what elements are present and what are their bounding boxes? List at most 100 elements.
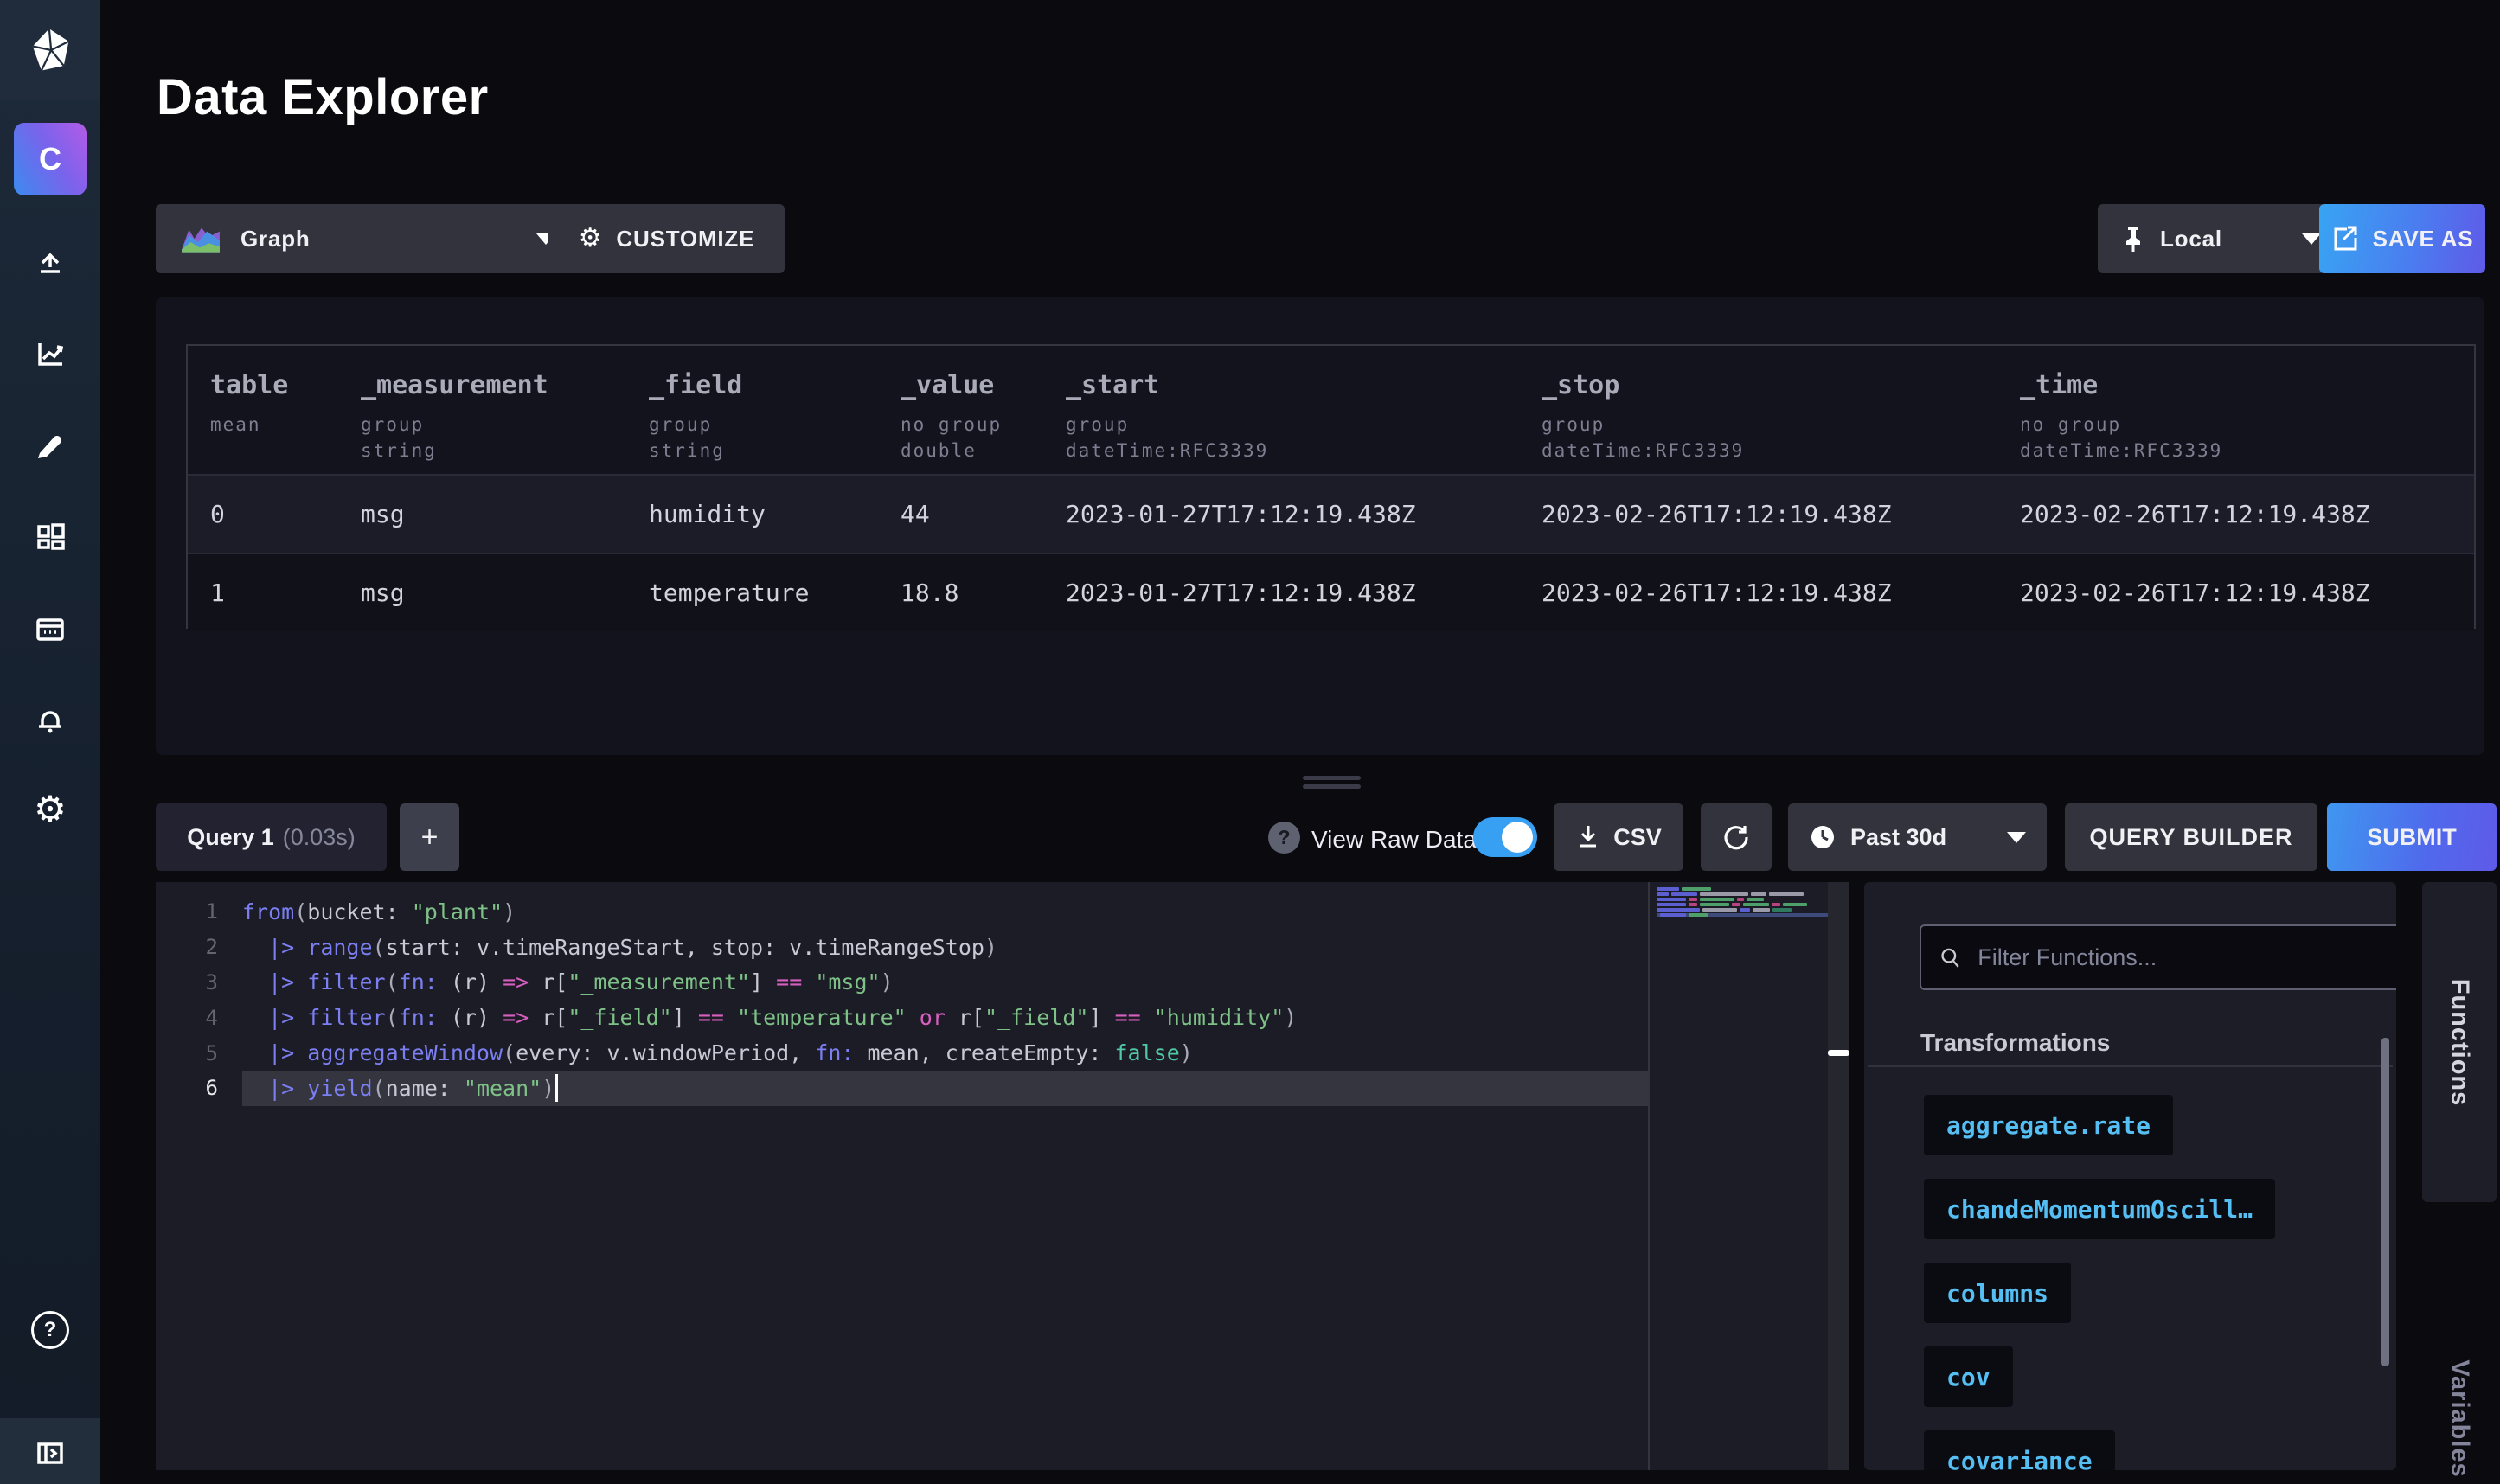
- gear-icon: ⚙: [579, 226, 603, 252]
- raw-data-table: tablemean_measurementgroupstring_fieldgr…: [186, 344, 2476, 629]
- sidebar-item-help[interactable]: ?: [31, 1311, 69, 1349]
- csv-download-button[interactable]: CSV: [1554, 803, 1683, 871]
- chevron-down-icon: [2007, 832, 2026, 843]
- table-cell: humidity: [626, 500, 878, 528]
- raw-data-help-icon[interactable]: ?: [1268, 822, 1300, 854]
- column-group: group: [361, 414, 626, 435]
- query-builder-button[interactable]: QUERY BUILDER: [2065, 803, 2317, 871]
- function-item[interactable]: covariance: [1924, 1430, 2115, 1470]
- code-token: [242, 1076, 268, 1101]
- save-as-button[interactable]: SAVE AS: [2319, 204, 2485, 273]
- code-token: (: [373, 1076, 386, 1101]
- code-token: |> filter: [268, 1005, 385, 1030]
- results-table-header: tablemean_measurementgroupstring_fieldgr…: [188, 346, 2474, 474]
- code-token: "mean": [464, 1076, 542, 1101]
- code-token: r[: [529, 1005, 567, 1030]
- editor-minimap-divider: [1648, 882, 1650, 1470]
- code-token: fn:: [815, 1040, 854, 1065]
- results-panel: tablemean_measurementgroupstring_fieldgr…: [156, 297, 2484, 755]
- code-line: |> aggregateWindow(every: v.windowPeriod…: [242, 1035, 1648, 1071]
- functions-scrollbar[interactable]: [2381, 1038, 2389, 1366]
- function-item[interactable]: columns: [1924, 1263, 2071, 1323]
- table-cell: 1: [188, 579, 338, 607]
- column-name: _time: [2020, 370, 2474, 400]
- code-token: [907, 1005, 920, 1030]
- column-header: _stopgroupdateTime:RFC3339: [1519, 346, 1997, 474]
- code-token: ]: [1088, 1005, 1114, 1030]
- calendar-icon: [31, 610, 69, 648]
- tab-variables[interactable]: Variables: [2422, 1280, 2497, 1484]
- filter-functions-searchbox[interactable]: [1920, 924, 2396, 990]
- editor-panel-divider[interactable]: [1828, 882, 1849, 1470]
- pin-icon: [2120, 225, 2146, 253]
- add-query-button[interactable]: +: [400, 803, 459, 871]
- function-item[interactable]: aggregate.rate: [1924, 1095, 2173, 1155]
- bell-icon: [31, 700, 69, 739]
- sidebar-item-data-explorer[interactable]: [31, 335, 69, 373]
- pencil-icon: [31, 425, 69, 464]
- code-line: |> yield(name: "mean"): [242, 1071, 1648, 1106]
- code-token: |> range: [268, 935, 372, 960]
- editor-minimap[interactable]: [1657, 887, 1830, 918]
- sidebar-item-tasks[interactable]: [31, 610, 69, 648]
- page-title: Data Explorer: [157, 68, 489, 126]
- table-cell: 18.8: [878, 579, 1043, 607]
- column-header: _startgroupdateTime:RFC3339: [1043, 346, 1519, 474]
- sidebar-expand-button[interactable]: [31, 1434, 69, 1472]
- table-cell: msg: [338, 500, 626, 528]
- sidebar-item-load-data[interactable]: [31, 240, 69, 278]
- code-token: fn:: [399, 1005, 438, 1030]
- functions-panel: Transformations aggregate.rate chandeMome…: [1864, 882, 2396, 1470]
- code-token: (: [373, 935, 386, 960]
- line-number: 5: [156, 1035, 230, 1071]
- query-tab[interactable]: Query 1 (0.03s): [156, 803, 387, 871]
- sidebar-item-alerts[interactable]: [31, 700, 69, 739]
- function-item[interactable]: cov: [1924, 1346, 2013, 1407]
- scope-dropdown[interactable]: Local: [2098, 204, 2343, 273]
- divider-grip[interactable]: [1828, 1050, 1849, 1056]
- influxdb-logo[interactable]: [0, 0, 100, 100]
- view-raw-data-label: View Raw Data: [1311, 826, 1477, 854]
- avatar[interactable]: C: [14, 123, 87, 195]
- view-type-dropdown[interactable]: Graph: [156, 204, 580, 273]
- customize-button[interactable]: ⚙ CUSTOMIZE: [548, 204, 785, 273]
- sidebar-item-settings[interactable]: ⚙: [31, 790, 69, 828]
- column-type: dateTime:RFC3339: [1066, 440, 1519, 461]
- functions-section-label: Transformations: [1920, 1029, 2110, 1057]
- tab-functions[interactable]: Functions: [2422, 882, 2497, 1202]
- panel-resize-handle[interactable]: [1303, 776, 1361, 793]
- view-raw-data-toggle[interactable]: [1473, 817, 1537, 857]
- time-range-dropdown[interactable]: Past 30d: [1788, 803, 2047, 871]
- sidebar-item-notebooks[interactable]: [31, 425, 69, 464]
- code-token: "_field": [567, 1005, 671, 1030]
- line-number: 1: [156, 894, 230, 930]
- save-as-label: SAVE AS: [2373, 226, 2474, 253]
- functions-list: aggregate.rate chandeMomentumOscill… colum…: [1924, 1095, 2275, 1470]
- refresh-button[interactable]: [1701, 803, 1772, 871]
- code-token: |> aggregateWindow: [268, 1040, 503, 1065]
- line-number: 2: [156, 930, 230, 965]
- code-token: (r): [438, 1005, 503, 1030]
- code-token: bucket:: [307, 899, 411, 924]
- line-number: 6: [156, 1071, 230, 1106]
- table-cell: 2023-02-26T17:12:19.438Z: [1519, 579, 1997, 607]
- search-input[interactable]: [1976, 943, 2385, 972]
- column-group: group: [649, 414, 878, 435]
- csv-label: CSV: [1613, 824, 1662, 851]
- column-header: tablemean: [188, 346, 338, 474]
- code-token: [242, 935, 268, 960]
- editor-code[interactable]: from(bucket: "plant") |> range(start: v.…: [242, 894, 1648, 1106]
- query-tab-label: Query 1: [187, 824, 274, 851]
- function-item[interactable]: chandeMomentumOscill…: [1924, 1179, 2275, 1239]
- code-token: false: [1114, 1040, 1179, 1065]
- editor-gutter: 123456: [156, 894, 230, 1106]
- column-header: _valueno groupdouble: [878, 346, 1043, 474]
- table-cell: 2023-02-26T17:12:19.438Z: [1519, 500, 1997, 528]
- code-token: (r): [438, 969, 503, 995]
- code-token: ==: [776, 969, 802, 995]
- view-type-label: Graph: [240, 226, 311, 253]
- code-token: [242, 969, 268, 995]
- code-token: =>: [503, 969, 529, 995]
- submit-button[interactable]: SUBMIT: [2327, 803, 2497, 871]
- sidebar-item-dashboards[interactable]: [31, 517, 69, 555]
